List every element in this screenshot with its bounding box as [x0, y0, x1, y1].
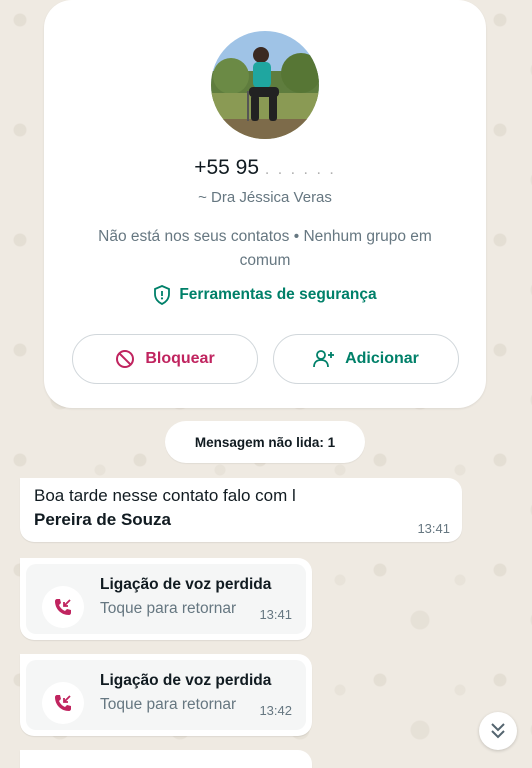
- add-person-icon: [313, 350, 335, 368]
- message-time: 13:41: [417, 521, 450, 536]
- missed-call-time: 13:42: [259, 703, 292, 718]
- shield-icon: [154, 285, 171, 305]
- not-in-contacts-notice: Não está nos seus contatos • Nenhum grup…: [98, 228, 432, 269]
- missed-call-icon: [55, 599, 71, 615]
- partial-message-bubble[interactable]: [20, 750, 312, 768]
- missed-call-icon-wrap: [42, 682, 84, 724]
- missed-call-subtitle: Toque para retornar: [100, 696, 237, 713]
- add-contact-button[interactable]: Adicionar: [273, 334, 459, 384]
- message-text-line1: Boa tarde nesse contato falo com l: [34, 486, 296, 505]
- double-chevron-down-icon: [491, 723, 505, 739]
- missed-call-icon-wrap: [42, 586, 84, 628]
- block-button[interactable]: Bloquear: [72, 334, 258, 384]
- block-label: Bloquear: [145, 350, 215, 367]
- contact-info-card: +55 95 . . . . . . ~ Dra Jéssica Veras N…: [44, 0, 486, 408]
- avatar-photo: [211, 31, 319, 139]
- phone-hidden: . . . . . .: [264, 161, 336, 178]
- add-contact-label: Adicionar: [345, 350, 419, 367]
- missed-call-message[interactable]: Ligação de voz perdida Toque para retorn…: [20, 654, 312, 736]
- unread-messages-banner: Mensagem não lida: 1: [165, 421, 365, 463]
- missed-call-title: Ligação de voz perdida: [100, 672, 272, 689]
- missed-call-icon: [55, 695, 71, 711]
- safety-tools-label: Ferramentas de segurança: [179, 286, 377, 303]
- scroll-to-bottom-button[interactable]: [479, 712, 517, 750]
- missed-call-subtitle: Toque para retornar: [100, 600, 237, 617]
- safety-tools-link[interactable]: Ferramentas de segurança: [44, 285, 486, 305]
- missed-call-inner: Ligação de voz perdida Toque para retorn…: [26, 564, 306, 634]
- phone-visible: +55 95: [194, 156, 260, 179]
- missed-call-time: 13:41: [259, 607, 292, 622]
- message-text-line2: Pereira de Souza: [34, 510, 172, 529]
- avatar[interactable]: [211, 31, 319, 139]
- missed-call-inner: Ligação de voz perdida Toque para retorn…: [26, 660, 306, 730]
- block-icon: [116, 350, 135, 368]
- missed-call-message[interactable]: Ligação de voz perdida Toque para retorn…: [20, 558, 312, 640]
- missed-call-title: Ligação de voz perdida: [100, 576, 272, 593]
- contact-phone-number: +55 95 . . . . . .: [44, 156, 486, 180]
- contact-pushname: ~ Dra Jéssica Veras: [198, 189, 332, 206]
- incoming-message[interactable]: Boa tarde nesse contato falo com l Perei…: [20, 478, 462, 542]
